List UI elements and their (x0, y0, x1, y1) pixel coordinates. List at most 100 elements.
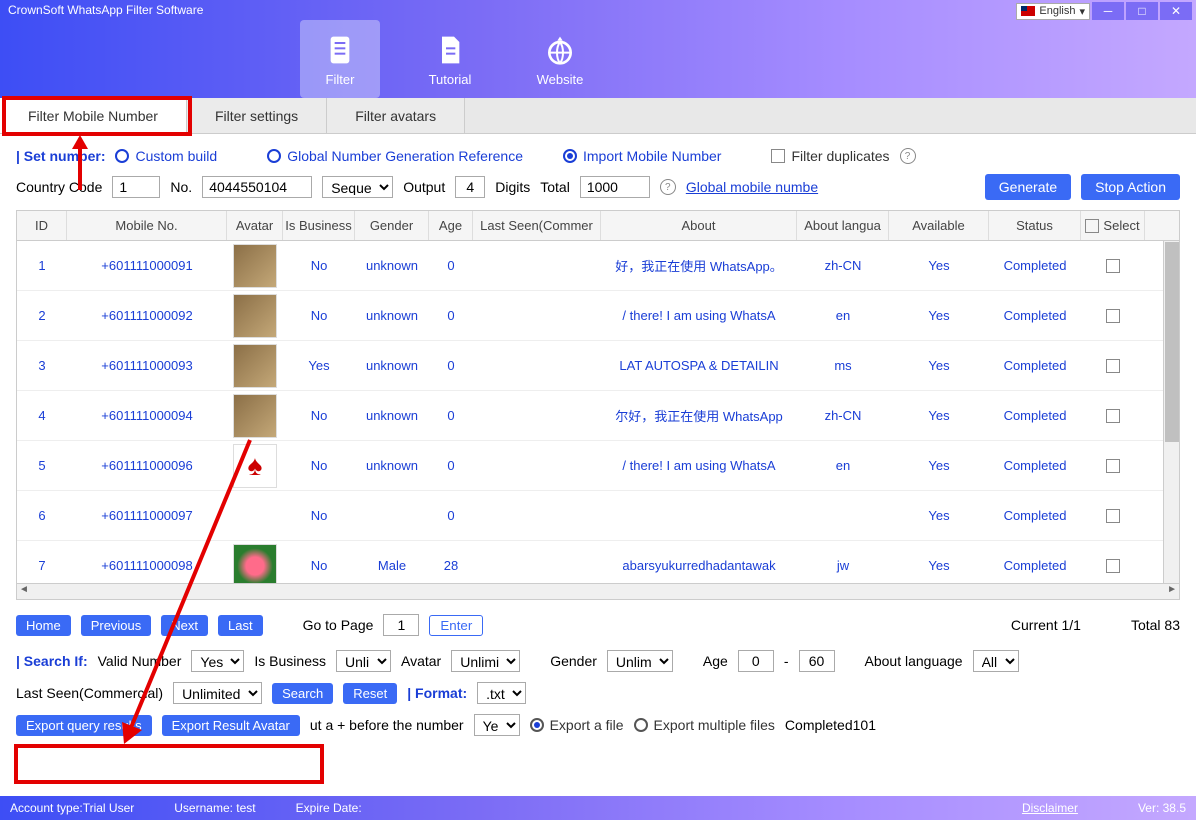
nav-website[interactable]: Website (520, 20, 600, 98)
th-business[interactable]: Is Business (283, 211, 355, 240)
radio-import-mobile[interactable]: Import Mobile Number (563, 148, 722, 164)
close-button[interactable]: ✕ (1160, 2, 1192, 20)
th-mobile[interactable]: Mobile No. (67, 211, 227, 240)
avatar-select[interactable]: Unlimi (451, 650, 520, 672)
table-row[interactable]: 6 +601111000097 No 0 Yes Completed (17, 491, 1179, 541)
sequence-select[interactable]: Seque (322, 176, 393, 198)
help-icon[interactable]: ? (900, 148, 916, 164)
number-input[interactable] (202, 176, 312, 198)
horizontal-scrollbar[interactable] (17, 583, 1179, 599)
row-checkbox[interactable] (1106, 459, 1120, 473)
checkbox-filter-duplicates[interactable]: Filter duplicates (771, 148, 889, 164)
set-number-label: | Set number: (16, 148, 105, 164)
nav-filter[interactable]: Filter (300, 20, 380, 98)
page-input[interactable] (383, 614, 419, 636)
enter-button[interactable]: Enter (429, 615, 483, 636)
home-button[interactable]: Home (16, 615, 71, 636)
th-gender[interactable]: Gender (355, 211, 429, 240)
global-mobile-link[interactable]: Global mobile numbe (686, 179, 818, 195)
generate-button[interactable]: Generate (985, 174, 1071, 200)
format-select[interactable]: .txt (477, 682, 526, 704)
row-checkbox[interactable] (1106, 509, 1120, 523)
no-label: No. (170, 179, 192, 195)
row-checkbox[interactable] (1106, 359, 1120, 373)
row-checkbox[interactable] (1106, 409, 1120, 423)
version: Ver: 38.5 (1138, 801, 1186, 815)
row-checkbox[interactable] (1106, 259, 1120, 273)
help-icon-2[interactable]: ? (660, 179, 676, 195)
table-row[interactable]: 4 +601111000094 No unknown 0 尔好，我正在使用 Wh… (17, 391, 1179, 441)
avatar-image (233, 394, 277, 438)
th-available[interactable]: Available (889, 211, 989, 240)
about-language-select[interactable]: All (973, 650, 1019, 672)
digits-label: Digits (495, 179, 530, 195)
last-seen-select[interactable]: Unlimited (173, 682, 262, 704)
nav-tutorial[interactable]: Tutorial (410, 20, 490, 98)
tabs-row: Filter Mobile Number Filter settings Fil… (0, 98, 1196, 134)
total-label: Total (540, 179, 570, 195)
gender-select[interactable]: Unlim (607, 650, 673, 672)
output-input[interactable] (455, 176, 485, 198)
vertical-scrollbar[interactable] (1163, 241, 1179, 583)
minimize-button[interactable]: ─ (1092, 2, 1124, 20)
table-row[interactable]: 7 +601111000098 No Male 28 abarsyukurred… (17, 541, 1179, 583)
country-code-label: Country Code (16, 179, 102, 195)
th-id[interactable]: ID (17, 211, 67, 240)
disclaimer-link[interactable]: Disclaimer (1022, 801, 1078, 815)
username: Username: test (174, 801, 255, 815)
total-label-page: Total 83 (1131, 617, 1180, 633)
th-age[interactable]: Age (429, 211, 473, 240)
search-if-label: | Search If: (16, 653, 88, 669)
th-language[interactable]: About langua (797, 211, 889, 240)
radio-export-multi[interactable]: Export multiple files (634, 717, 775, 733)
flag-icon (1021, 6, 1035, 16)
th-about[interactable]: About (601, 211, 797, 240)
th-avatar[interactable]: Avatar (227, 211, 283, 240)
results-table: ID Mobile No. Avatar Is Business Gender … (16, 210, 1180, 600)
language-select[interactable]: English ▾ (1016, 3, 1090, 20)
table-row[interactable]: 5 +601111000096 No unknown 0 / there! I … (17, 441, 1179, 491)
put-plus-select[interactable]: Ye (474, 714, 520, 736)
stop-action-button[interactable]: Stop Action (1081, 174, 1180, 200)
th-status[interactable]: Status (989, 211, 1081, 240)
table-row[interactable]: 1 +601111000091 No unknown 0 好，我正在使用 Wha… (17, 241, 1179, 291)
tutorial-icon (434, 32, 466, 68)
maximize-button[interactable]: □ (1126, 2, 1158, 20)
goto-label: Go to Page (303, 617, 374, 633)
table-row[interactable]: 3 +601111000093 Yes unknown 0 LAT AUTOSP… (17, 341, 1179, 391)
app-title: CrownSoft WhatsApp Filter Software (8, 3, 203, 17)
last-button[interactable]: Last (218, 615, 263, 636)
tab-filter-mobile[interactable]: Filter Mobile Number (0, 98, 187, 133)
th-last-seen[interactable]: Last Seen(Commer (473, 211, 601, 240)
th-select[interactable]: Select (1081, 211, 1145, 240)
radio-export-file[interactable]: Export a file (530, 717, 624, 733)
valid-number-select[interactable]: Yes (191, 650, 244, 672)
tab-filter-settings[interactable]: Filter settings (187, 98, 327, 133)
radio-custom-build[interactable]: Custom build (115, 148, 217, 164)
age-from-input[interactable] (738, 650, 774, 672)
country-code-input[interactable] (112, 176, 160, 198)
globe-icon (544, 32, 576, 68)
table-row[interactable]: 2 +601111000092 No unknown 0 / there! I … (17, 291, 1179, 341)
previous-button[interactable]: Previous (81, 615, 152, 636)
header-nav: Filter Tutorial Website (0, 20, 1196, 98)
is-business-select[interactable]: Unli (336, 650, 391, 672)
current-page-label: Current 1/1 (1011, 617, 1081, 633)
tab-filter-avatars[interactable]: Filter avatars (327, 98, 465, 133)
row-checkbox[interactable] (1106, 309, 1120, 323)
search-button[interactable]: Search (272, 683, 333, 704)
age-to-input[interactable] (799, 650, 835, 672)
row-checkbox[interactable] (1106, 559, 1120, 573)
total-input[interactable] (580, 176, 650, 198)
avatar-image (233, 444, 277, 488)
export-query-button[interactable]: Export query results (16, 715, 152, 736)
radio-global-ref[interactable]: Global Number Generation Reference (267, 148, 523, 164)
reset-button[interactable]: Reset (343, 683, 397, 704)
output-label: Output (403, 179, 445, 195)
avatar-image (233, 344, 277, 388)
avatar-image (233, 544, 277, 584)
export-avatar-button[interactable]: Export Result Avatar (162, 715, 300, 736)
status-bar: Account type:Trial User Username: test E… (0, 796, 1196, 820)
avatar-image (233, 294, 277, 338)
next-button[interactable]: Next (161, 615, 208, 636)
